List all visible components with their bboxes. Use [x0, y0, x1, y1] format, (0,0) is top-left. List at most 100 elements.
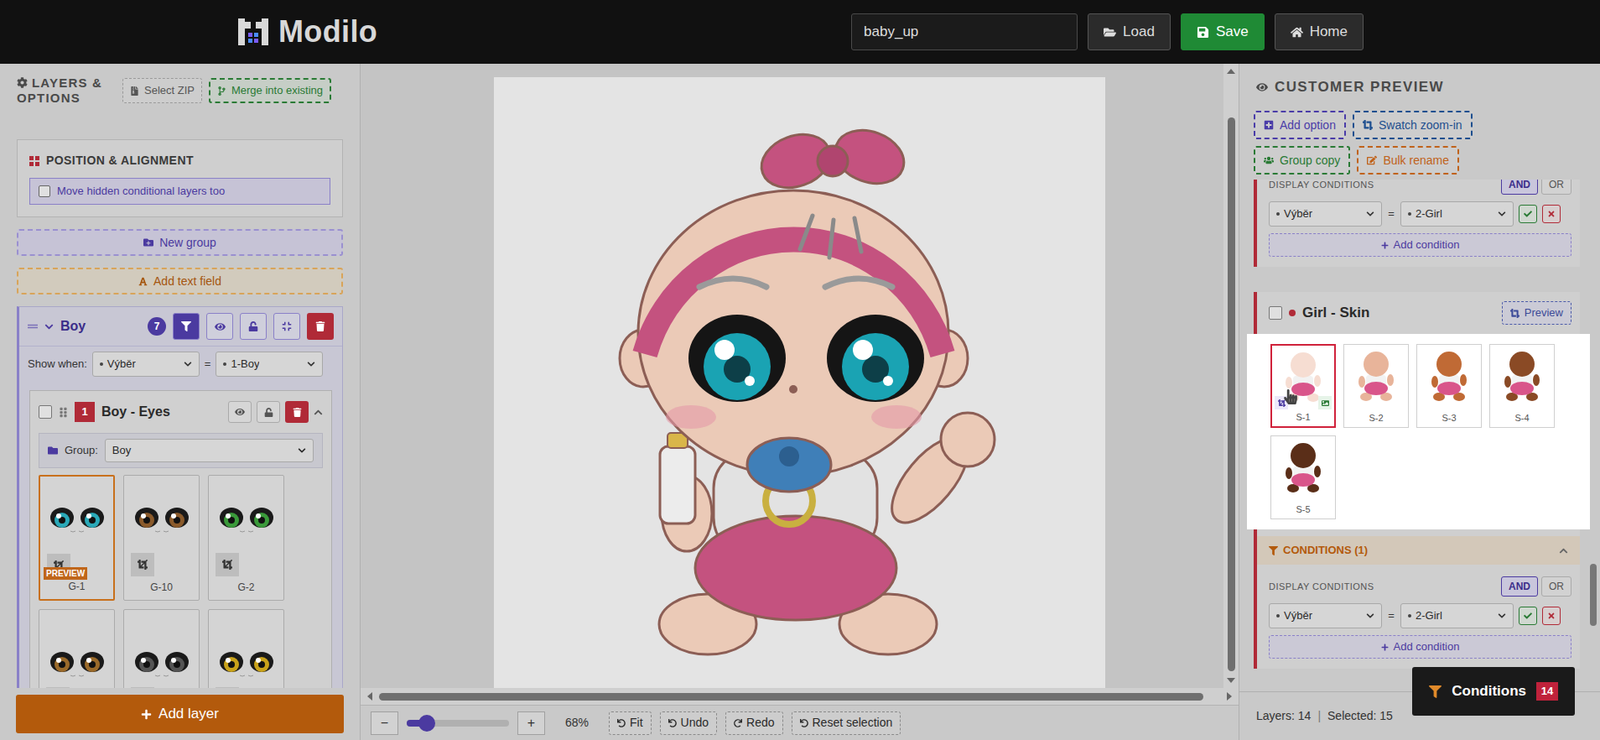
project-name-input[interactable]: baby_up	[851, 13, 1078, 51]
filter-button[interactable]	[172, 312, 200, 340]
zoom-button[interactable]: Swatch zoom-in	[1352, 110, 1473, 140]
eye-thumbnail[interactable]	[38, 608, 115, 688]
layer-checkbox[interactable]	[38, 405, 52, 419]
bullet-icon	[1407, 613, 1412, 618]
skin-swatch-icon	[1281, 441, 1325, 494]
check-icon	[1523, 611, 1533, 620]
horizontal-scrollbar[interactable]	[360, 687, 1239, 705]
fit-button[interactable]: Fit	[608, 711, 652, 735]
delete-group-button[interactable]	[306, 312, 334, 340]
lock-button[interactable]	[239, 312, 267, 340]
logic-button[interactable]: AND	[1501, 576, 1538, 597]
redo-button[interactable]: Redo	[725, 711, 783, 735]
conditions-header[interactable]: CONDITIONS (1)	[1257, 535, 1580, 565]
move-hidden-checkbox[interactable]: Move hidden conditional layers too	[29, 177, 331, 205]
eye-thumbnail[interactable]: PREVIEWG-1	[38, 474, 115, 601]
confirm-button[interactable]	[1518, 204, 1538, 224]
swatch-area: S-1S-2 S-3 S-4 S-5	[1246, 333, 1590, 530]
condition-field-select[interactable]: Výběr	[1268, 201, 1382, 227]
add-condition-button[interactable]: Add condition	[1268, 634, 1572, 659]
zoom-slider[interactable]	[406, 719, 510, 727]
load-icon	[1103, 25, 1117, 39]
condition-field-select[interactable]: Výběr	[1268, 602, 1382, 629]
crop-button[interactable]	[46, 686, 70, 688]
skin-swatch[interactable]: S-2	[1343, 343, 1409, 428]
reset-icon	[800, 718, 809, 728]
skin-swatch[interactable]: S-3	[1416, 343, 1482, 428]
collapse-button[interactable]	[273, 312, 301, 340]
home-icon	[1290, 25, 1304, 39]
home-button[interactable]: Home	[1274, 13, 1364, 51]
alignment-icon	[29, 155, 40, 167]
eyes-thumbnail-icon	[45, 646, 110, 681]
crop-button[interactable]	[130, 686, 155, 688]
copy-button[interactable]: Group copy	[1253, 145, 1351, 175]
gear-icon	[16, 77, 28, 89]
condition-value-select[interactable]: 2-Girl	[1400, 602, 1514, 629]
selected-count: Selected: 15	[1327, 706, 1393, 725]
chevron-down-icon	[183, 359, 193, 369]
crop-button[interactable]	[215, 552, 239, 577]
zoom-in-button[interactable]: +	[517, 711, 546, 735]
scrollbar-thumb	[1227, 117, 1236, 671]
add-condition-button[interactable]: Add condition	[1268, 233, 1572, 257]
add-layer-button[interactable]: Add layer	[15, 694, 344, 733]
chevron-down-icon	[1497, 611, 1507, 620]
undo-button[interactable]: Undo	[659, 711, 717, 735]
remove-button[interactable]	[1542, 606, 1561, 625]
layer-group-select[interactable]: Boy	[104, 438, 314, 463]
eye-thumbnail[interactable]	[123, 608, 200, 688]
remove-button[interactable]	[1542, 204, 1561, 224]
show-when-field-select[interactable]: Výběr	[92, 351, 200, 377]
add-text-field-button[interactable]: Add text field	[16, 267, 343, 295]
crop-button[interactable]	[130, 552, 155, 577]
condition-value-select[interactable]: 2-Girl	[1400, 201, 1514, 227]
folder-icon	[47, 445, 58, 456]
vertical-scrollbar[interactable]	[1223, 63, 1239, 688]
eye-thumbnail[interactable]: G-10	[123, 474, 200, 601]
swatch-label: S-5	[1295, 502, 1310, 517]
bullet-icon	[1276, 212, 1280, 216]
delete-layer-button[interactable]	[285, 400, 309, 423]
swatch-label: S-3	[1441, 410, 1456, 426]
filter-icon	[1428, 685, 1442, 698]
logic-button[interactable]: OR	[1541, 576, 1572, 597]
new-group-button[interactable]: New group	[16, 228, 343, 256]
save-button[interactable]: Save	[1180, 13, 1265, 51]
lock-button[interactable]	[256, 400, 281, 423]
crop-button[interactable]	[215, 686, 239, 688]
preview-button[interactable]: Preview	[1501, 301, 1572, 325]
x-icon	[1547, 209, 1556, 219]
x-icon	[1547, 611, 1556, 620]
select-zip-button[interactable]: Select ZIP	[122, 77, 203, 104]
show-when-value-select[interactable]: 1-Boy	[215, 351, 323, 377]
drag-handle-icon	[27, 321, 38, 332]
eye-thumbnail[interactable]: G-2	[207, 474, 285, 601]
confirm-button[interactable]	[1518, 606, 1538, 625]
visibility-button[interactable]	[206, 312, 234, 340]
conditions-button[interactable]: Conditions14	[1412, 666, 1575, 716]
add-button[interactable]: Add option	[1253, 110, 1346, 140]
option-checkbox[interactable]	[1268, 306, 1283, 320]
swatch-image-button[interactable]	[1318, 395, 1332, 410]
load-button[interactable]: Load	[1087, 13, 1171, 51]
skin-swatch-icon	[1427, 349, 1471, 402]
crop-icon	[137, 559, 148, 570]
skin-swatch[interactable]: S-5	[1270, 435, 1336, 520]
rename-button[interactable]: Bulk rename	[1356, 145, 1460, 175]
conditions-count-badge: 14	[1536, 681, 1559, 701]
merge-button[interactable]: Merge into existing	[208, 77, 332, 104]
visibility-button[interactable]	[228, 400, 252, 423]
skin-swatch[interactable]: S-4	[1489, 343, 1555, 428]
reset-button[interactable]: Reset selection	[791, 711, 902, 735]
zoom-out-button[interactable]: −	[370, 711, 399, 735]
skin-swatch[interactable]: S-1	[1270, 343, 1336, 428]
option-title: Girl - Skin	[1302, 301, 1370, 324]
logic-button[interactable]: OR	[1541, 179, 1572, 195]
scroll-down-icon	[1226, 677, 1236, 683]
logic-button[interactable]: AND	[1501, 179, 1538, 195]
eye-thumbnail[interactable]	[207, 608, 285, 688]
design-canvas[interactable]	[493, 77, 1106, 688]
layer-header: 1Boy - Eyes	[30, 390, 332, 433]
group-header: Boy7	[19, 306, 343, 346]
